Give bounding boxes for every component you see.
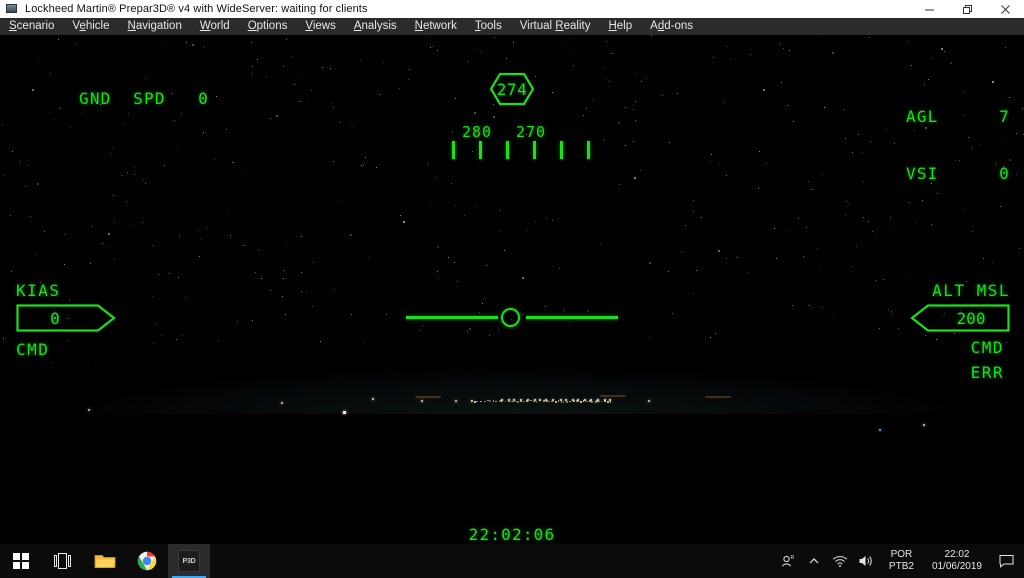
volume-icon[interactable]: [853, 544, 879, 578]
menu-item-network[interactable]: Network: [406, 18, 466, 35]
taskbar-clock[interactable]: 22:02 01/06/2019: [922, 549, 992, 573]
clock-time: 22:02: [944, 549, 970, 560]
alt-value-box: 200: [910, 304, 1010, 332]
action-center-button[interactable]: [992, 544, 1020, 578]
agl-label: AGL: [906, 107, 939, 126]
kias-label: KIAS: [16, 281, 61, 300]
ground-speed-readout: GND SPD 0: [14, 70, 209, 127]
language-line-1: POR: [890, 549, 913, 560]
action-center-icon: [999, 555, 1013, 568]
svg-text:R: R: [790, 555, 794, 561]
prepar3d-icon: P3D: [178, 550, 200, 572]
task-view-button[interactable]: [42, 544, 84, 578]
restore-button[interactable]: [948, 0, 986, 18]
altitude-indicator: ALT MSL 200 CMD ERR: [910, 281, 1010, 382]
alt-mode-label: CMD: [970, 338, 1004, 357]
alt-error-label: ERR: [970, 363, 1004, 382]
minimize-button[interactable]: [910, 0, 948, 18]
menu-item-vehicle[interactable]: Vehicle: [63, 18, 118, 35]
language-indicator[interactable]: POR PTB2: [879, 549, 922, 573]
heading-hexagon-icon: 274: [489, 72, 535, 106]
menu-item-addons[interactable]: Add-ons: [641, 18, 702, 35]
windows-taskbar: P3D R POR PTB2 22:02 01/06/2019: [0, 544, 1024, 578]
file-explorer-button[interactable]: [84, 544, 126, 578]
simulation-viewport[interactable]: GND SPD 0 AGL 7 VSI 0 274 280 270 KIAS 0…: [0, 35, 1024, 544]
heading-value: 274: [496, 79, 528, 99]
menu-item-virtual-reality[interactable]: Virtual Reality: [511, 18, 600, 35]
chrome-button[interactable]: [126, 544, 168, 578]
prepar3d-button[interactable]: P3D: [168, 544, 210, 578]
title-bar: Lockheed Martin® Prepar3D® v4 with WideS…: [0, 0, 1024, 18]
menu-item-navigation[interactable]: Navigation: [119, 18, 191, 35]
agl-value: 7: [999, 107, 1010, 126]
menu-item-scenario[interactable]: Scenario: [0, 18, 63, 35]
kias-mode-label: CMD: [16, 340, 50, 359]
heading-indicator: 274: [482, 72, 542, 106]
task-view-icon: [54, 553, 71, 569]
clock-date: 01/06/2019: [931, 561, 982, 572]
window-title: Lockheed Martin® Prepar3D® v4 with WideS…: [25, 3, 368, 15]
chrome-icon: [137, 551, 157, 571]
menu-item-help[interactable]: Help: [599, 18, 641, 35]
vsi-label: VSI: [906, 164, 939, 183]
start-button[interactable]: [0, 544, 42, 578]
system-tray: R POR PTB2 22:02 01/06/2019: [775, 544, 1024, 578]
ground-speed-label: GND SPD: [79, 89, 166, 108]
close-button[interactable]: [986, 0, 1024, 18]
heading-label-280: 280: [462, 123, 493, 141]
alt-msl-value: 200: [956, 308, 986, 328]
ground-speed-value: 0: [198, 89, 210, 108]
language-line-2: PTB2: [888, 561, 914, 572]
sim-time-readout: 22:02:06: [468, 525, 556, 544]
folder-icon: [94, 555, 116, 568]
alt-msl-label: ALT MSL: [932, 281, 1010, 300]
vsi-value: 0: [999, 164, 1010, 183]
menu-item-analysis[interactable]: Analysis: [345, 18, 406, 35]
menu-item-world[interactable]: World: [191, 18, 239, 35]
windows-logo-icon: [13, 553, 29, 569]
prepar3d-icon: [4, 2, 20, 16]
artificial-horizon-line: [406, 308, 618, 327]
prepar3d-application-window: Lockheed Martin® Prepar3D® v4 with WideS…: [0, 0, 1024, 578]
menu-item-options[interactable]: Options: [239, 18, 297, 35]
wifi-icon[interactable]: [827, 544, 853, 578]
window-controls: [910, 0, 1024, 18]
heading-tape-ticks: [0, 141, 1024, 159]
menu-item-tools[interactable]: Tools: [466, 18, 511, 35]
waterline-circle-icon: [501, 308, 520, 327]
menu-item-views[interactable]: Views: [296, 18, 344, 35]
menu-bar: Scenario Vehicle Navigation World Option…: [0, 18, 1024, 35]
kias-value: 0: [50, 308, 60, 328]
ground-lights: [0, 374, 1024, 544]
kias-value-box: 0: [16, 304, 116, 332]
airspeed-indicator: KIAS 0 CMD: [16, 281, 116, 359]
night-terrain: [0, 344, 1024, 544]
heading-label-270: 270: [516, 123, 547, 141]
people-icon[interactable]: R: [775, 544, 801, 578]
show-hidden-icons-chevron[interactable]: [801, 544, 827, 578]
